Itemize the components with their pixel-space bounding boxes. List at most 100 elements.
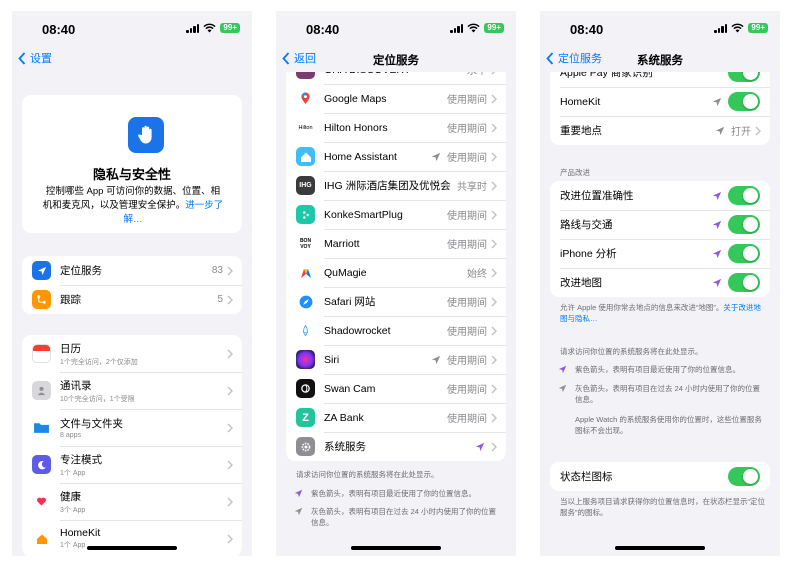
app-row[interactable]: KonkeSmartPlug 使用期间: [286, 200, 506, 229]
chevron-right-icon: [491, 209, 497, 220]
row-label: QuMagie: [324, 266, 367, 279]
battery-icon: 99+: [484, 23, 504, 33]
app-row[interactable]: Z ZA Bank 使用期间: [286, 403, 506, 432]
app-row[interactable]: BON VOY Marriott 使用期间: [286, 229, 506, 258]
row-label: 专注模式: [60, 453, 102, 466]
marriott-icon: BON VOY: [296, 234, 315, 253]
health-row[interactable]: 健康 3个 App: [22, 483, 242, 520]
wifi-icon: [467, 23, 480, 33]
legend-purple: 紫色箭头，表明有项目最近使用了你的位置信息。: [558, 364, 766, 375]
safari-icon: [296, 292, 315, 311]
row-value: 使用期间: [447, 211, 487, 222]
house-icon: [32, 529, 51, 548]
app-row[interactable]: QuMagie 始终: [286, 258, 506, 287]
legend-gray: 灰色箭头，表明有项目在过去 24 小时内使用了你的位置信息。: [558, 383, 766, 405]
chevron-right-icon: [491, 93, 497, 104]
location-arrow-gray-icon: [431, 355, 441, 364]
calendar-icon: [32, 344, 51, 363]
heart-icon: [32, 492, 51, 511]
calendar-row[interactable]: 日历 1个完全访问，2个仅添加: [22, 335, 242, 372]
folder-icon: [32, 418, 51, 437]
row-label: 日历: [60, 342, 81, 355]
files-folders-row[interactable]: 文件与文件夹 8 apps: [22, 409, 242, 446]
row-label: Marriott: [324, 237, 360, 250]
page-title: 定位服务: [373, 55, 419, 67]
tracking-row[interactable]: 跟踪 5: [22, 285, 242, 314]
chevron-right-icon: [491, 325, 497, 336]
za-bank-icon: Z: [296, 408, 315, 427]
hand-icon: [128, 117, 164, 153]
swan-cam-icon: [296, 379, 315, 398]
improve-maps-row: 改进地图: [550, 268, 770, 297]
status-time: 08:40: [306, 22, 340, 37]
chevron-right-icon: [227, 385, 233, 396]
row-value: 使用期间: [447, 327, 487, 338]
row-value: 使用期间: [447, 95, 487, 106]
app-location-list: GHA DISCOVERY 永不 Google Maps 使用期间 Hilton…: [286, 55, 506, 461]
row-label: 定位服务: [60, 265, 102, 277]
toggle-switch[interactable]: [728, 215, 760, 234]
significant-locations-row[interactable]: 重要地点 打开: [550, 116, 770, 145]
toggle-switch[interactable]: [728, 244, 760, 263]
row-value: 83: [211, 265, 223, 276]
app-row[interactable]: Google Maps 使用期间: [286, 84, 506, 113]
gear-icon: [296, 437, 315, 456]
app-row[interactable]: Hilton Hilton Honors 使用期间: [286, 113, 506, 142]
homekit-row[interactable]: HomeKit 1个 App: [22, 520, 242, 556]
status-bar: 08:40 99+: [540, 11, 780, 45]
row-label: 状态栏图标: [560, 471, 613, 483]
chevron-right-icon: [491, 267, 497, 278]
row-subtitle: 1个 App: [60, 469, 86, 477]
back-button[interactable]: 设置: [18, 50, 52, 66]
row-label: 改进地图: [560, 277, 602, 289]
chevron-right-icon: [491, 151, 497, 162]
privacy-screen: 08:40 99+ 设置 隐私与安全性 控制哪些 App 可访问你的数据、位置、…: [12, 11, 252, 556]
row-label: Siri: [324, 353, 340, 366]
toggle-switch[interactable]: [728, 467, 760, 486]
chevron-right-icon: [227, 422, 233, 433]
focus-row[interactable]: 专注模式 1个 App: [22, 446, 242, 483]
row-label: Swan Cam: [324, 382, 376, 395]
app-row[interactable]: Siri 使用期间: [286, 345, 506, 374]
location-services-row[interactable]: 定位服务 83: [22, 256, 242, 285]
toggle-switch[interactable]: [728, 92, 760, 111]
row-label: HomeKit: [60, 527, 101, 539]
chevron-right-icon: [491, 180, 497, 191]
legend-purple: 紫色箭头，表明有项目最近使用了你的位置信息。: [294, 488, 502, 499]
toggle-switch[interactable]: [728, 273, 760, 292]
status-bar: 08:40 99+: [12, 11, 252, 45]
row-label: 通讯录: [60, 379, 92, 392]
tracking-icon: [32, 290, 51, 309]
location-arrow-purple-icon: [712, 191, 722, 200]
system-services-footer: 请求访问你位置的系统服务将在此处显示。: [296, 470, 439, 479]
toggle-switch[interactable]: [728, 186, 760, 205]
app-row[interactable]: Home Assistant 使用期间: [286, 142, 506, 171]
system-services-screen: 08:40 99+ 定位服务 系统服务 Apple Pay 商家识别 HomeK…: [540, 11, 780, 556]
chevron-right-icon: [491, 383, 497, 394]
location-arrow-gray-icon: [715, 126, 725, 135]
system-services-row[interactable]: 系统服务: [286, 432, 506, 461]
contacts-icon: [32, 381, 51, 400]
chevron-right-icon: [755, 125, 761, 136]
konke-icon: [296, 205, 315, 224]
app-row[interactable]: IHG IHG 洲际酒店集团及优悦会 共享时: [286, 171, 506, 200]
app-row[interactable]: Safari 网站 使用期间: [286, 287, 506, 316]
app-row[interactable]: Shadowrocket 使用期间: [286, 316, 506, 345]
app-row[interactable]: Swan Cam 使用期间: [286, 374, 506, 403]
row-label: HomeKit: [560, 95, 601, 108]
hilton-icon: Hilton: [296, 118, 315, 137]
row-label: iPhone 分析: [560, 248, 617, 260]
home-indicator: [351, 546, 441, 550]
chevron-right-icon: [227, 265, 233, 276]
status-time: 08:40: [570, 22, 604, 37]
cellular-signal-icon: [714, 23, 728, 33]
location-arrow-gray-icon: [712, 97, 722, 106]
contacts-row[interactable]: 通讯录 10个完全访问，1个受限: [22, 372, 242, 409]
row-value: 使用期间: [447, 124, 487, 135]
chevron-right-icon: [227, 294, 233, 305]
hero-description: 控制哪些 App 可访问你的数据、位置、相机和麦克风，以及管理安全保护。进一步了…: [42, 186, 224, 225]
location-arrow-gray-icon: [294, 507, 303, 516]
row-value: 使用期间: [447, 298, 487, 309]
chevron-right-icon: [491, 122, 497, 133]
row-value: 5: [217, 294, 223, 305]
